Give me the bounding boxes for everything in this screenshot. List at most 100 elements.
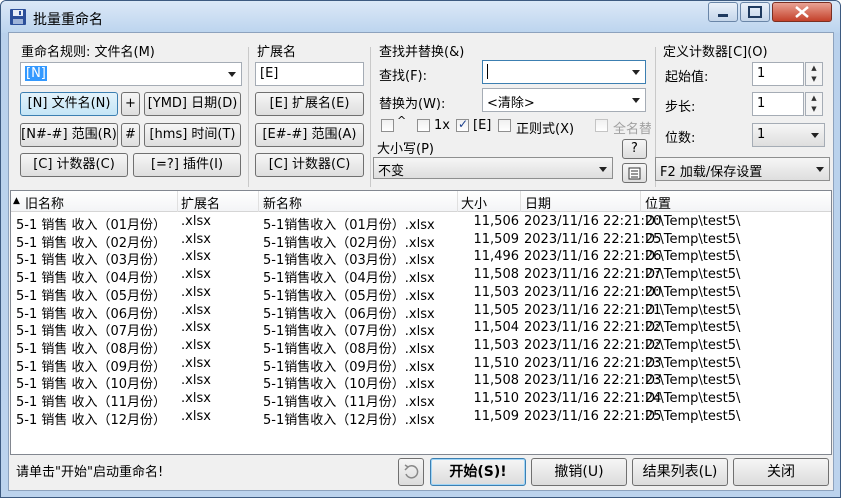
chevron-down-icon: [599, 167, 607, 172]
column-divider[interactable]: [457, 191, 458, 212]
column-divider[interactable]: [258, 191, 259, 212]
sort-arrow-icon: ▲: [13, 196, 20, 206]
table-row[interactable]: 5-1 销售 收入（10月份） .xlsx 5-1销售收入（10月份）.xlsx 11…: [11, 372, 831, 392]
table-row[interactable]: 5-1 销售 收入（09月份） .xlsx 5-1销售收入（09月份）.xlsx 11…: [11, 355, 831, 375]
cell-date: 2023/11/16 22:21:20: [524, 284, 662, 300]
extension-input[interactable]: [E]: [255, 62, 364, 86]
cell-size: 11,508: [473, 373, 520, 389]
maximize-icon: [748, 6, 762, 18]
insert-filename-button[interactable]: [N] 文件名(N): [20, 92, 118, 116]
digits-combo[interactable]: 1: [752, 123, 825, 147]
file-list[interactable]: ▲ 旧名称 扩展名 新名称 大小 日期 位置 5-1 销售 收入（01月份） .x…: [10, 190, 832, 455]
rename-rule-label: 重命名规则: 文件名(M): [21, 45, 155, 60]
insert-extension-button[interactable]: [E] 扩展名(E): [255, 92, 364, 116]
refresh-button[interactable]: [398, 458, 424, 486]
status-text: 请单击"开始"启动重命名!: [16, 465, 164, 480]
table-row[interactable]: 5-1 销售 收入（08月份） .xlsx 5-1销售收入（08月份）.xlsx 11…: [11, 337, 831, 357]
cell-date: 2023/11/16 22:21:23: [524, 355, 662, 371]
cell-date: 2023/11/16 22:21:20: [524, 214, 662, 229]
col-extension[interactable]: 扩展名: [181, 193, 220, 212]
fullname-label: 全名替: [613, 122, 651, 137]
replace-value: <清除>: [487, 96, 535, 111]
extension-label: 扩展名: [257, 45, 297, 60]
regex-checkbox[interactable]: [498, 119, 511, 132]
table-row[interactable]: 5-1 销售 收入（07月份） .xlsx 5-1销售收入（07月份）.xlsx 11…: [11, 319, 831, 339]
undo-button[interactable]: 撤销(U): [531, 458, 627, 486]
cell-ext: .xlsx: [181, 391, 211, 406]
list-header: ▲ 旧名称 扩展名 新名称 大小 日期 位置: [11, 191, 831, 212]
cell-ext: .xlsx: [181, 284, 211, 300]
column-divider[interactable]: [520, 191, 521, 212]
cell-date: 2023/11/16 22:21:22: [524, 320, 662, 336]
close-window-button[interactable]: [772, 2, 832, 22]
step-spinner[interactable]: ▲ ▼: [805, 92, 823, 116]
cell-date: 2023/11/16 22:21:21: [524, 302, 662, 318]
cell-size: 11,496: [473, 249, 520, 265]
result-list-button[interactable]: 结果列表(L): [632, 458, 728, 486]
minimize-button[interactable]: [708, 2, 738, 22]
hash-button[interactable]: #: [121, 123, 140, 147]
case-sensitive-checkbox[interactable]: [381, 119, 394, 132]
table-row[interactable]: 5-1 销售 收入（03月份） .xlsx 5-1销售收入（03月份）.xlsx 11…: [11, 248, 831, 268]
col-new-name[interactable]: 新名称: [263, 193, 302, 212]
cell-ext: .xlsx: [181, 320, 211, 336]
col-old-name[interactable]: 旧名称: [25, 193, 64, 212]
start-input[interactable]: 1: [752, 62, 804, 86]
start-spinner[interactable]: ▲ ▼: [805, 62, 823, 86]
list-icon: [628, 167, 641, 180]
replace-once-checkbox[interactable]: [417, 119, 430, 132]
plus-button[interactable]: +: [121, 92, 140, 116]
insert-ext-counter-button[interactable]: [C] 计数器(C): [255, 153, 364, 177]
table-row[interactable]: 5-1 销售 收入（01月份） .xlsx 5-1销售收入（01月份）.xlsx 11…: [11, 213, 831, 233]
table-row[interactable]: 5-1 销售 收入（12月份） .xlsx 5-1销售收入（12月份）.xlsx 11…: [11, 408, 831, 428]
cell-date: 2023/11/16 22:21:27: [524, 267, 662, 283]
cell-size: 11,509: [473, 231, 520, 247]
title-bar[interactable]: 批量重命名: [1, 1, 840, 33]
fullname-checkbox[interactable]: [595, 119, 608, 132]
cell-path: D:\Temp\test5\: [645, 408, 741, 424]
col-size[interactable]: 大小: [461, 193, 487, 212]
table-row[interactable]: 5-1 销售 收入（04月份） .xlsx 5-1销售收入（04月份）.xlsx 11…: [11, 266, 831, 286]
start-button[interactable]: 开始(S)!: [430, 458, 526, 486]
cell-old: 5-1 销售 收入（12月份）: [16, 412, 167, 428]
cell-date: 2023/11/16 22:21:25: [524, 231, 662, 247]
insert-time-button[interactable]: [hms] 时间(T): [144, 123, 241, 147]
rename-window: 批量重命名 重命名规则: 文件名(M) [N] [N] 文件名(N) + [YM…: [0, 0, 841, 498]
case-label: 大小写(P): [377, 142, 434, 157]
column-divider[interactable]: [177, 191, 178, 212]
maximize-button[interactable]: [740, 2, 770, 22]
cell-ext: .xlsx: [181, 373, 211, 389]
cell-size: 11,504: [473, 320, 520, 336]
insert-counter-button[interactable]: [C] 计数器(C): [20, 153, 128, 177]
load-save-combo[interactable]: F2 加载/保存设置: [655, 157, 830, 181]
help-button[interactable]: ?: [622, 139, 647, 159]
table-row[interactable]: 5-1 销售 收入（06月份） .xlsx 5-1销售收入（06月份）.xlsx 11…: [11, 302, 831, 322]
insert-plugin-button[interactable]: [=?] 插件(I): [133, 153, 241, 177]
table-row[interactable]: 5-1 销售 收入（02月份） .xlsx 5-1销售收入（02月份）.xlsx 11…: [11, 231, 831, 251]
refresh-icon: [404, 464, 419, 479]
find-combo[interactable]: [482, 60, 646, 84]
insert-date-button[interactable]: [YMD] 日期(D): [144, 92, 241, 116]
cell-path: D:\Temp\test5\: [645, 231, 741, 247]
insert-ext-range-button[interactable]: [E#-#] 范围(A): [255, 123, 364, 147]
case-combo[interactable]: 不变: [373, 157, 613, 179]
col-location[interactable]: 位置: [645, 193, 671, 212]
options-button[interactable]: [622, 163, 647, 183]
case-value: 不变: [378, 164, 405, 179]
text-cursor: [487, 64, 488, 79]
chevron-down-icon: [816, 167, 824, 172]
chevron-down-icon: [811, 133, 819, 138]
find-label: 查找(F):: [379, 69, 428, 84]
cell-path: D:\Temp\test5\: [645, 355, 741, 371]
include-ext-checkbox[interactable]: [456, 117, 469, 132]
rename-pattern-combo[interactable]: [N]: [20, 62, 242, 86]
start-label: 起始值:: [665, 70, 709, 85]
close-button[interactable]: 关闭: [733, 458, 829, 486]
column-divider[interactable]: [640, 191, 641, 212]
col-date[interactable]: 日期: [525, 193, 551, 212]
step-input[interactable]: 1: [752, 92, 804, 116]
table-row[interactable]: 5-1 销售 收入（11月份） .xlsx 5-1销售收入（11月份）.xlsx 11…: [11, 390, 831, 410]
replace-combo[interactable]: <清除>: [482, 88, 646, 112]
table-row[interactable]: 5-1 销售 收入（05月份） .xlsx 5-1销售收入（05月份）.xlsx 11…: [11, 284, 831, 304]
insert-range-button[interactable]: [N#-#] 范围(R): [20, 123, 118, 147]
